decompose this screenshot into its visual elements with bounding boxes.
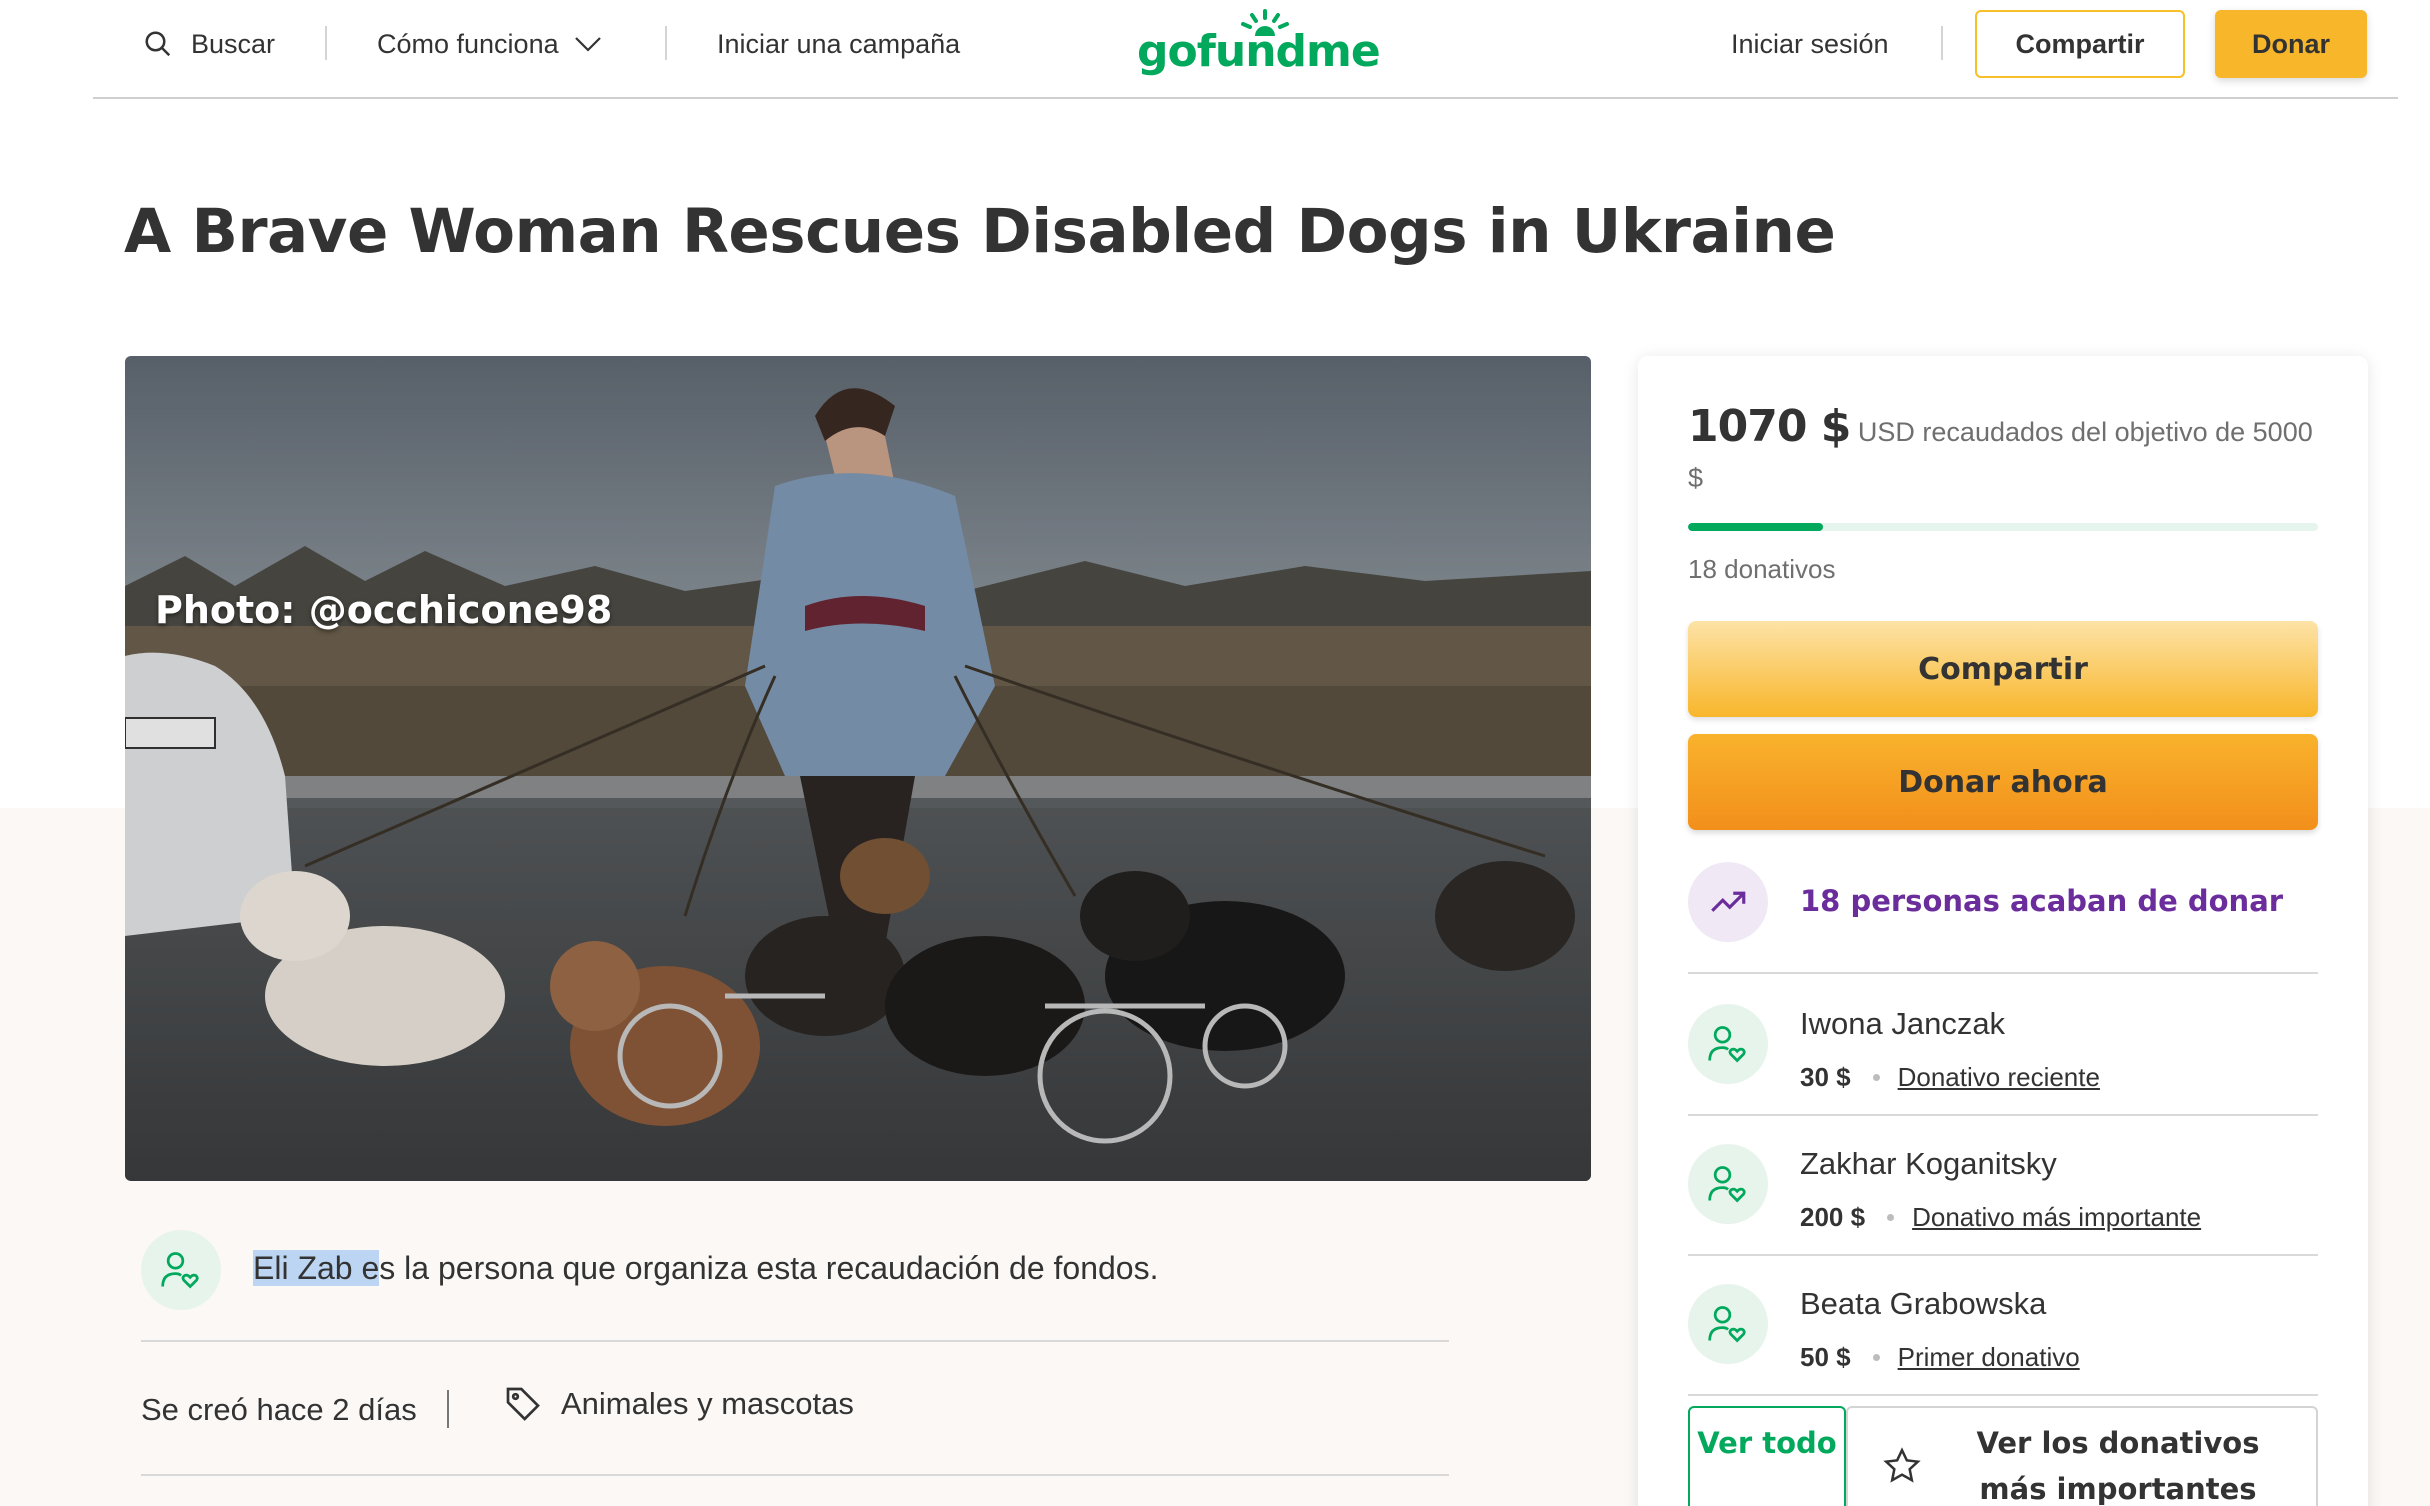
organizer-desc: s la persona que organiza esta recaudaci… — [379, 1250, 1159, 1286]
donor-name: Zakhar Koganitsky — [1800, 1146, 2057, 1181]
nav-divider — [325, 26, 327, 60]
raised-summary: 1070 $ USD recaudados del objetivo de 50… — [1688, 404, 2328, 501]
donor-amount: 200 $ — [1800, 1202, 1866, 1232]
how-it-works-menu[interactable]: Cómo funciona — [377, 24, 603, 64]
nav-divider — [665, 26, 667, 60]
recent-donors-banner: 18 personas acaban de donar — [1688, 862, 2318, 974]
login-link[interactable]: Iniciar sesión — [1731, 24, 1889, 64]
donor-heart-icon — [1708, 1306, 1746, 1343]
gofundme-logo[interactable]: gofundme — [1137, 8, 1381, 84]
progress-bar — [1688, 523, 2318, 531]
donor-item: Beata Grabowska 50 $ Primer donativo — [1688, 1256, 2318, 1396]
donor-detail: 30 $ Donativo reciente — [1800, 1062, 2100, 1093]
search-label: Buscar — [191, 28, 276, 59]
donations-count: 18 donativos — [1688, 554, 1836, 584]
donation-card: 1070 $ USD recaudados del objetivo de 50… — [1638, 356, 2368, 1506]
donor-item: Zakhar Koganitsky 200 $ Donativo más imp… — [1688, 1116, 2318, 1256]
donor-tag-link[interactable]: Donativo más importante — [1912, 1202, 2201, 1233]
trending-up-icon — [1711, 891, 1746, 912]
meta-divider — [447, 1390, 449, 1428]
donor-heart-icon — [1708, 1026, 1746, 1063]
progress-fill — [1688, 523, 1823, 531]
star-icon — [1883, 1447, 1921, 1483]
donor-detail: 200 $ Donativo más importante — [1800, 1202, 2201, 1233]
created-date: Se creó hace 2 días — [141, 1392, 417, 1427]
separator-dot — [1872, 1354, 1880, 1361]
chevron-down-icon — [574, 37, 601, 52]
organizer-text: Eli Zab es la persona que organiza esta … — [253, 1250, 1158, 1287]
campaign-photo-illustration — [125, 356, 1591, 1181]
recent-donors-text: 18 personas acaban de donar — [1800, 884, 2284, 918]
category-label: Animales y mascotas — [561, 1386, 854, 1421]
organizer-name[interactable]: Eli Zab e — [253, 1250, 380, 1286]
logo-text: gofundme — [1137, 26, 1381, 77]
campaign-meta: Se creó hace 2 días Animales y mascotas — [141, 1344, 1449, 1476]
how-it-works-label: Cómo funciona — [377, 28, 559, 59]
donor-heart-icon — [1708, 1166, 1746, 1203]
campaign-photo[interactable]: Photo: @occhicone98 — [125, 356, 1591, 1181]
donor-avatar — [1688, 1144, 1768, 1224]
donor-name: Beata Grabowska — [1800, 1286, 2047, 1321]
donor-heart-icon — [161, 1252, 199, 1289]
tag-icon — [506, 1387, 540, 1421]
campaign-title: A Brave Woman Rescues Disabled Dogs in U… — [124, 196, 1836, 267]
donate-button-top[interactable]: Donar — [2215, 10, 2367, 78]
recent-icon-wrap — [1688, 862, 1768, 942]
top-donations-button[interactable]: Ver los donativos más importantes — [1846, 1406, 2318, 1506]
search-icon — [145, 31, 171, 57]
donor-name: Iwona Janczak — [1800, 1006, 2006, 1041]
login-label: Iniciar sesión — [1731, 28, 1889, 59]
see-all-button[interactable]: Ver todo — [1688, 1406, 1846, 1506]
donor-amount: 50 $ — [1800, 1342, 1851, 1372]
donor-tag-link[interactable]: Primer donativo — [1898, 1342, 2080, 1373]
share-button-top[interactable]: Compartir — [1975, 10, 2185, 78]
share-button[interactable]: Compartir — [1688, 621, 2318, 717]
donor-avatar — [1688, 1004, 1768, 1084]
organizer-row: Eli Zab es la persona que organiza esta … — [141, 1230, 1449, 1342]
separator-dot — [1887, 1214, 1895, 1221]
donor-item: Iwona Janczak 30 $ Donativo reciente — [1688, 976, 2318, 1116]
donor-tag-link[interactable]: Donativo reciente — [1898, 1062, 2100, 1093]
start-campaign-label: Iniciar una campaña — [717, 28, 961, 59]
donor-detail: 50 $ Primer donativo — [1800, 1342, 2080, 1373]
donor-avatar — [1688, 1284, 1768, 1364]
search-button[interactable]: Buscar — [143, 24, 275, 64]
nav-divider — [1941, 26, 1943, 60]
photo-credit: Photo: @occhicone98 — [155, 588, 613, 632]
top-nav: Buscar Cómo funciona Iniciar una campaña… — [93, 0, 2398, 99]
top-donations-label: Ver los donativos más importantes — [1976, 1426, 2260, 1506]
organizer-avatar — [141, 1230, 221, 1310]
start-campaign-link[interactable]: Iniciar una campaña — [717, 24, 960, 64]
donor-amount: 30 $ — [1800, 1062, 1851, 1092]
category-link[interactable]: Animales y mascotas — [503, 1384, 854, 1424]
raised-amount: 1070 $ — [1688, 401, 1851, 452]
donate-now-button[interactable]: Donar ahora — [1688, 734, 2318, 830]
separator-dot — [1872, 1074, 1880, 1081]
